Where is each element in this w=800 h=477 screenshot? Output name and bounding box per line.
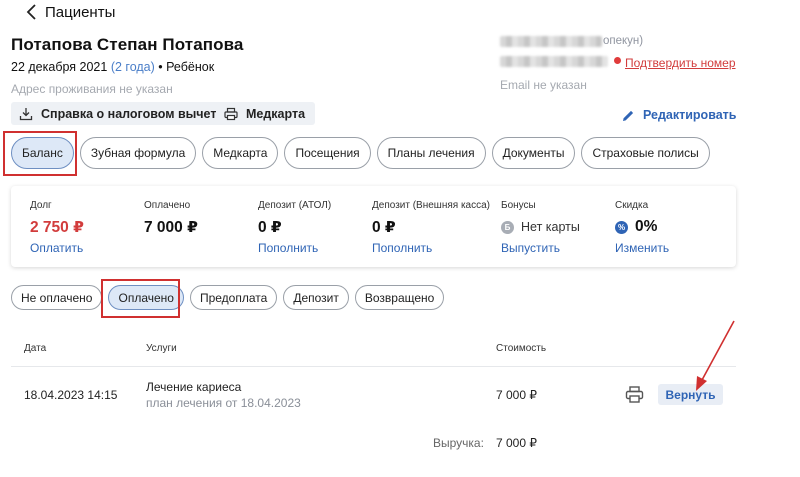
- patient-age: (2 года): [110, 60, 155, 74]
- annotation-arrow-icon: [696, 320, 735, 391]
- email-status: Email не указан: [500, 78, 587, 92]
- percent-icon: %: [615, 220, 628, 234]
- tab-visits[interactable]: Посещения: [284, 137, 371, 169]
- guardian-tag: опекун): [603, 35, 644, 47]
- filter-prepayment[interactable]: Предоплата: [189, 285, 278, 310]
- printer-icon: [224, 107, 238, 120]
- debt-label: Долг: [30, 200, 52, 211]
- bonuses-value: Нет карты: [521, 220, 580, 234]
- row-plan: план лечения от 18.04.2023: [146, 396, 301, 410]
- stat-deposit-atol: Депозит (АТОЛ) 0 ₽ Пополнить: [258, 200, 331, 255]
- dob-date: 22 декабря 2021: [11, 60, 108, 74]
- bonuses-label: Бонусы: [501, 200, 536, 211]
- tab-dental-formula[interactable]: Зубная формула: [79, 137, 197, 169]
- topup-atol-link[interactable]: Пополнить: [258, 241, 331, 255]
- page-title[interactable]: Пациенты: [45, 4, 115, 21]
- change-discount-link[interactable]: Изменить: [615, 241, 669, 255]
- back-chevron-icon[interactable]: [24, 3, 40, 21]
- discount-value: 0%: [635, 218, 658, 235]
- col-header-services: Услуги: [146, 343, 177, 354]
- blurred-phone-secondary: [500, 56, 608, 67]
- revenue-value: 7 000 ₽: [496, 436, 537, 450]
- col-header-date: Дата: [24, 343, 47, 354]
- edit-label: Редактировать: [643, 108, 737, 122]
- tab-treatment-plans[interactable]: Планы лечения: [376, 137, 486, 169]
- stat-discount: Скидка % 0% Изменить: [615, 200, 669, 255]
- filter-deposit[interactable]: Депозит: [283, 285, 349, 310]
- discount-label: Скидка: [615, 200, 649, 211]
- stat-bonuses: Бонусы Б Нет карты Выпустить: [501, 200, 580, 255]
- highlight-box-balance: [3, 131, 77, 176]
- deposit-atol-value: 0 ₽: [258, 218, 282, 236]
- download-icon: [19, 107, 33, 120]
- stat-debt: Долг 2 750 ₽ Оплатить: [30, 200, 84, 255]
- patient-address: Адрес проживания не указан: [11, 82, 173, 96]
- pencil-icon: [623, 110, 634, 121]
- stat-paid: Оплачено 7 000 ₽: [144, 200, 198, 237]
- patient-type: • Ребёнок: [158, 60, 215, 74]
- debt-value: 2 750 ₽: [30, 218, 84, 236]
- bonus-card-icon: Б: [501, 220, 514, 234]
- deposit-ext-label: Депозит (Внешняя касса): [372, 200, 491, 211]
- medcard-print-button[interactable]: Медкарта: [216, 102, 316, 125]
- payment-filters: Не оплачено Оплачено Предоплата Депозит …: [11, 285, 445, 310]
- paid-label: Оплачено: [144, 200, 191, 211]
- medcard-label: Медкарта: [246, 106, 306, 121]
- patient-name: Потапова Степан Потапова: [11, 35, 244, 54]
- tax-certificate-label: Справка о налоговом вычете: [41, 106, 224, 121]
- col-header-cost: Стоимость: [496, 343, 547, 354]
- row-date: 18.04.2023 14:15: [24, 388, 118, 402]
- filter-refunded[interactable]: Возвращено: [354, 285, 445, 310]
- table-divider: [11, 366, 736, 367]
- pay-link[interactable]: Оплатить: [30, 241, 84, 255]
- print-receipt-button[interactable]: [625, 385, 644, 404]
- row-cost: 7 000 ₽: [496, 388, 537, 402]
- deposit-atol-label: Депозит (АТОЛ): [258, 200, 332, 211]
- filter-unpaid[interactable]: Не оплачено: [11, 285, 103, 310]
- row-service: Лечение кариеса: [146, 380, 242, 394]
- tab-documents[interactable]: Документы: [491, 137, 576, 169]
- highlight-box-paid: [101, 279, 180, 318]
- stat-deposit-external: Депозит (Внешняя касса) 0 ₽ Пополнить: [372, 200, 490, 255]
- discount-value-row: % 0%: [615, 217, 669, 237]
- edit-button[interactable]: Редактировать: [622, 108, 736, 122]
- unconfirmed-dot-icon: [614, 57, 621, 64]
- issue-card-link[interactable]: Выпустить: [501, 241, 580, 255]
- printer-icon: [625, 386, 644, 403]
- bonuses-value-row: Б Нет карты: [501, 217, 580, 237]
- tab-medcard[interactable]: Медкарта: [202, 137, 279, 169]
- tax-certificate-button[interactable]: Справка о налоговом вычете: [11, 102, 234, 125]
- paid-value: 7 000 ₽: [144, 218, 198, 236]
- patient-dob: 22 декабря 2021 (2 года) • Ребёнок: [11, 60, 214, 74]
- tab-insurance[interactable]: Страховые полисы: [581, 137, 710, 169]
- revenue-label: Выручка:: [433, 436, 484, 450]
- topup-ext-link[interactable]: Пополнить: [372, 241, 490, 255]
- blurred-phone: [500, 36, 602, 47]
- deposit-ext-value: 0 ₽: [372, 218, 396, 236]
- confirm-phone-link[interactable]: Подтвердить номер: [625, 56, 736, 70]
- balance-card: Долг 2 750 ₽ Оплатить Оплачено 7 000 ₽ Д…: [11, 186, 736, 267]
- patient-tabs: Баланс Зубная формула Медкарта Посещения…: [11, 137, 710, 169]
